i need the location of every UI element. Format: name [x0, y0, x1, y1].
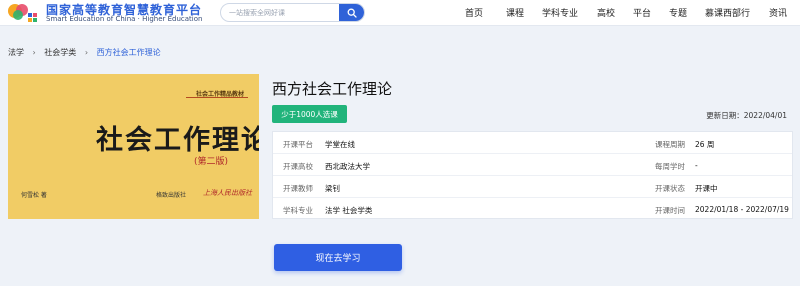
info-row: 开课平台 学堂在线 课程周期 26 周: [273, 132, 792, 154]
top-header: 国家高等教育智慧教育平台 Smart Education of China · …: [0, 0, 800, 26]
info-value: 26 周: [695, 140, 715, 149]
cover-title: 社会工作理论: [96, 125, 259, 156]
nav-news[interactable]: 资讯: [769, 6, 787, 19]
info-label: 开课教师: [283, 184, 313, 193]
cover-author: 何雪松 著: [21, 192, 47, 199]
breadcrumb: 法学 › 社会学类 › 西方社会工作理论: [8, 47, 161, 58]
info-label: 每周学时: [655, 162, 685, 171]
platform-name-en: Smart Education of China · Higher Educat…: [46, 15, 203, 23]
info-value[interactable]: 西北政法大学: [325, 161, 370, 172]
info-value: 学堂在线: [325, 140, 355, 149]
cover-press-logo: 上海人民出版社: [203, 189, 252, 197]
info-label: 开课时间: [655, 206, 685, 215]
info-row: 学科专业 法学 社会学类 开课时间 2022/01/18 - 2022/07/1…: [273, 198, 792, 220]
cover-edition: (第二版): [194, 157, 229, 167]
breadcrumb-separator: ›: [32, 48, 36, 57]
info-value: 开课中: [695, 184, 718, 193]
info-value: 梁钊: [325, 184, 340, 193]
course-cover-image: 社会工作精品教材 社会工作理论 (第二版) 何雪松 著 格致出版社 上海人民出版…: [8, 74, 259, 219]
search-icon: [347, 8, 357, 18]
breadcrumb-item-current: 西方社会工作理论: [96, 48, 161, 57]
breadcrumb-item-law[interactable]: 法学: [8, 47, 24, 58]
course-info-table: 开课平台 学堂在线 课程周期 26 周 开课高校 西北政法大学 每周学时 - 开…: [272, 131, 793, 219]
cover-divider: [186, 97, 248, 98]
enrollment-badge: 少于1000人选课: [272, 105, 347, 123]
info-label: 课程周期: [655, 140, 685, 149]
nav-mooc-west[interactable]: 慕课西部行: [705, 6, 750, 19]
search-input[interactable]: [229, 6, 339, 20]
info-value: 2022/01/18 - 2022/07/19: [695, 205, 789, 214]
search-box: [220, 3, 365, 22]
nav-majors[interactable]: 学科专业: [542, 6, 578, 19]
cover-press: 格致出版社: [156, 192, 187, 199]
nav-platforms[interactable]: 平台: [633, 6, 651, 19]
info-label: 开课高校: [283, 162, 313, 171]
course-title: 西方社会工作理论: [272, 80, 393, 98]
breadcrumb-separator: ›: [84, 48, 89, 57]
nav-home[interactable]: 首页: [465, 6, 483, 19]
start-learning-button[interactable]: 现在去学习: [274, 244, 402, 271]
info-label: 开课状态: [655, 184, 685, 193]
search-button[interactable]: [339, 4, 364, 21]
nav-courses[interactable]: 课程: [506, 6, 524, 19]
info-row: 开课教师 梁钊 开课状态 开课中: [273, 176, 792, 198]
platform-logo-icon[interactable]: [6, 2, 42, 24]
info-value: -: [695, 161, 698, 170]
info-row: 开课高校 西北政法大学 每周学时 -: [273, 154, 792, 176]
nav-universities[interactable]: 高校: [597, 6, 615, 19]
info-label: 学科专业: [283, 206, 313, 215]
breadcrumb-item-sociology[interactable]: 社会学类: [44, 47, 76, 58]
info-label: 开课平台: [283, 140, 313, 149]
update-date: 更新日期：2022/04/01: [706, 111, 787, 120]
nav-topics[interactable]: 专题: [669, 6, 687, 19]
info-value: 法学 社会学类: [325, 206, 373, 215]
